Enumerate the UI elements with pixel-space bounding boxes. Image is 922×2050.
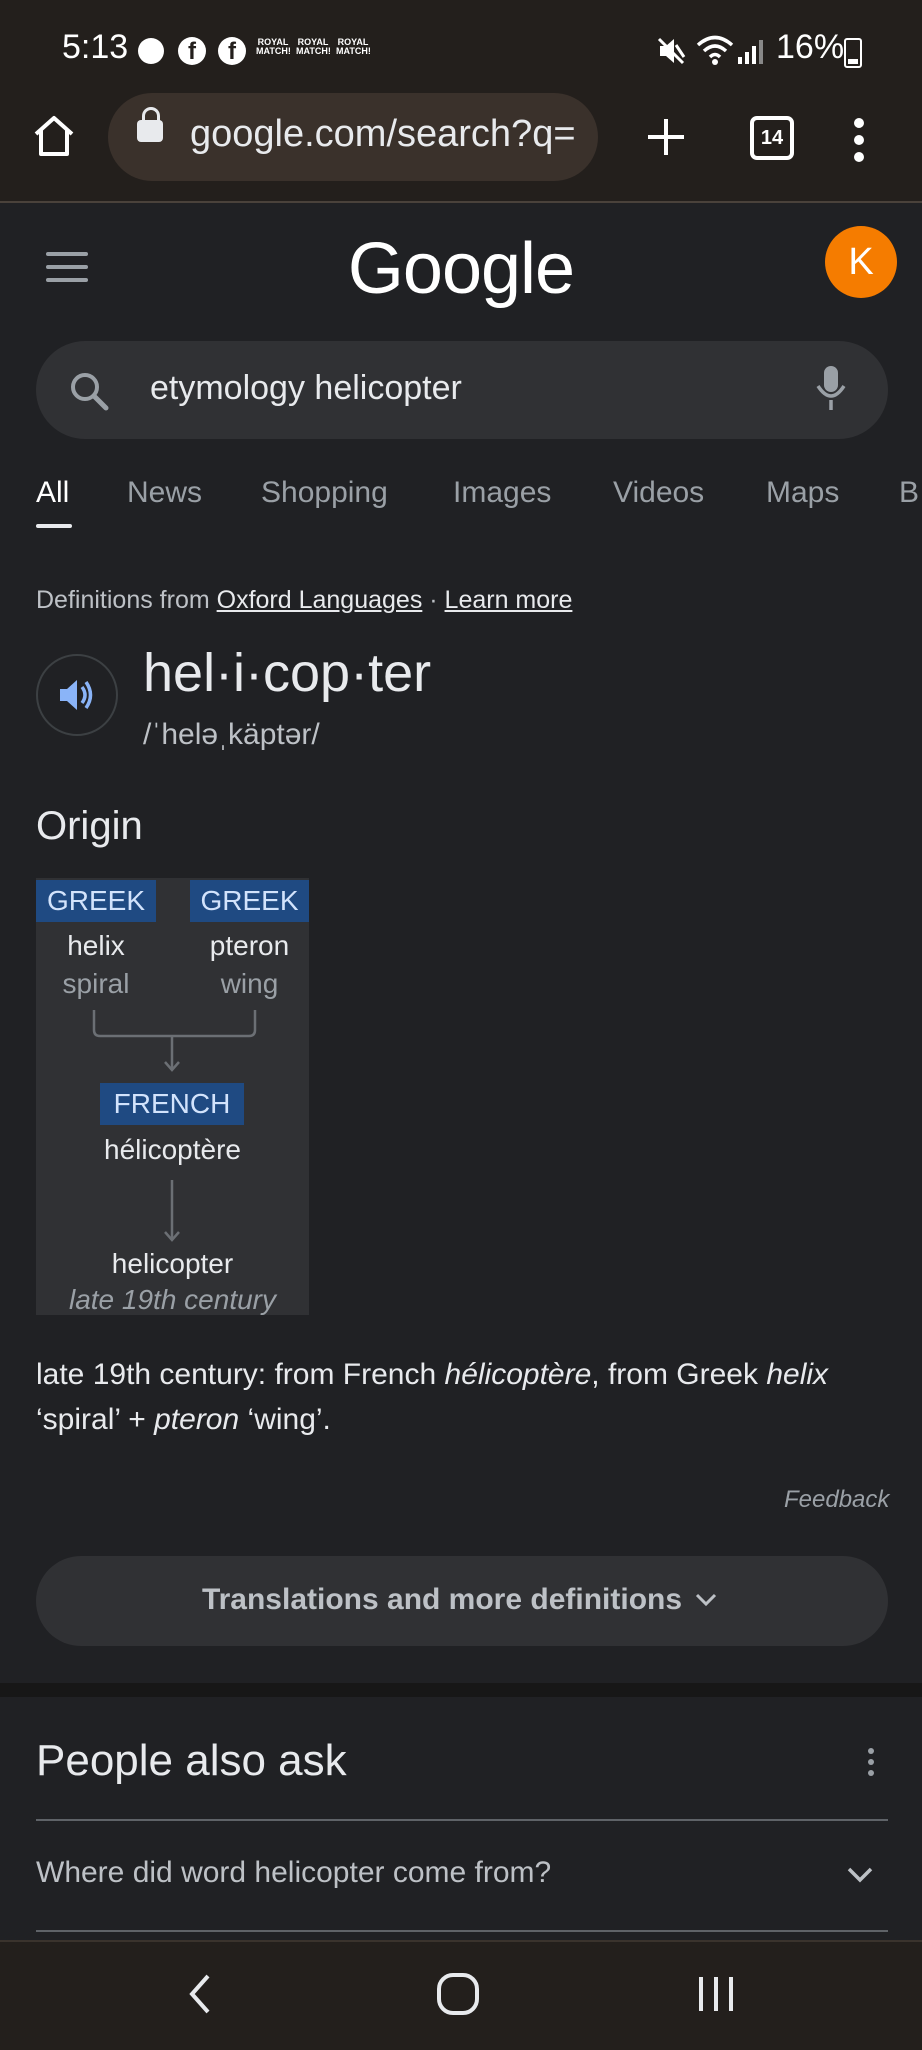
royal-match-icon: ROYAL MATCH! — [256, 37, 291, 56]
tab-all-indicator — [36, 524, 72, 528]
origin-word-helicoptere: hélicoptère — [104, 1134, 241, 1165]
search-input[interactable]: etymology helicopter — [150, 369, 462, 408]
chevron-down-icon — [695, 1593, 717, 1607]
people-also-ask-title: People also ask — [36, 1736, 347, 1785]
lang-tag-greek: GREEK — [190, 880, 309, 922]
tab-maps[interactable]: Maps — [766, 476, 839, 510]
tab-switcher-button[interactable]: 14 — [750, 116, 794, 160]
signal-messenger-icon — [138, 38, 164, 64]
paa-question[interactable]: Where did word helicopter come from? — [36, 1856, 551, 1890]
tab-videos[interactable]: Videos — [613, 476, 704, 510]
origin-title: Origin — [36, 804, 143, 848]
lang-tag-french: FRENCH — [100, 1083, 244, 1125]
origin-description: late 19th century: from French hélicoptè… — [36, 1358, 829, 1436]
headword: hel·i·cop·ter — [143, 643, 432, 703]
home-nav-icon[interactable] — [436, 1972, 480, 2016]
chrome-divider — [0, 201, 922, 203]
tab-partial[interactable]: B — [899, 476, 919, 510]
more-options-icon[interactable] — [868, 1748, 874, 1781]
battery-percent: 16% — [776, 28, 845, 66]
cell-signal-icon — [738, 40, 763, 64]
lang-tag-greek: GREEK — [36, 880, 156, 922]
origin-connector-bottom — [164, 1180, 180, 1242]
new-tab-icon[interactable] — [646, 117, 686, 157]
home-icon[interactable] — [32, 114, 76, 158]
learn-more-link[interactable]: Learn more — [445, 586, 573, 614]
battery-icon — [844, 38, 862, 68]
origin-diagram: GREEK GREEK helix spiral pteron wing FRE… — [36, 878, 309, 1315]
lock-icon — [137, 107, 163, 142]
tab-news[interactable]: News — [127, 476, 202, 510]
origin-meaning-spiral: spiral — [62, 968, 130, 999]
source-separator: · — [422, 586, 445, 614]
google-logo: Google — [347, 229, 575, 309]
phonetic: /ˈheləˌkäptər/ — [143, 718, 320, 751]
facebook-icon: f — [218, 37, 246, 65]
browser-menu-icon[interactable] — [854, 118, 864, 169]
microphone-icon[interactable] — [816, 364, 846, 414]
origin-meaning-wing: wing — [220, 968, 279, 999]
royal-match-icon: ROYAL MATCH! — [296, 37, 331, 56]
tab-all[interactable]: All — [36, 476, 69, 510]
divider — [36, 1930, 888, 1932]
mute-icon — [657, 37, 686, 65]
origin-connector-top — [92, 1010, 257, 1072]
facebook-icon: f — [178, 37, 206, 65]
recents-icon[interactable] — [696, 1974, 736, 2014]
oxford-languages-link[interactable]: Oxford Languages — [217, 586, 423, 614]
tab-images[interactable]: Images — [453, 476, 551, 510]
divider — [36, 1819, 888, 1821]
pronunciation-button[interactable] — [36, 654, 118, 736]
origin-date: late 19th century — [68, 1284, 277, 1315]
search-icon — [71, 373, 109, 411]
origin-word-helicopter: helicopter — [111, 1248, 234, 1279]
source-prefix: Definitions from — [36, 586, 210, 614]
account-avatar[interactable]: K — [825, 226, 897, 298]
origin-word-pteron: pteron — [209, 930, 290, 961]
definition-source: Definitions from Oxford Languages · Lear… — [36, 586, 572, 615]
status-time: 5:13 — [62, 28, 129, 66]
royal-match-icon: ROYAL MATCH! — [336, 37, 371, 56]
section-divider — [0, 1683, 922, 1697]
tab-shopping[interactable]: Shopping — [261, 476, 388, 510]
translations-more-label: Translations and more definitions — [201, 1583, 683, 1616]
wifi-icon — [696, 35, 734, 65]
feedback-link[interactable]: Feedback — [784, 1486, 889, 1514]
chevron-down-icon[interactable] — [846, 1866, 874, 1884]
back-icon[interactable] — [186, 1972, 214, 2016]
speaker-icon — [60, 680, 93, 710]
origin-word-helix: helix — [67, 930, 125, 961]
url-text[interactable]: google.com/search?q= — [190, 113, 582, 156]
